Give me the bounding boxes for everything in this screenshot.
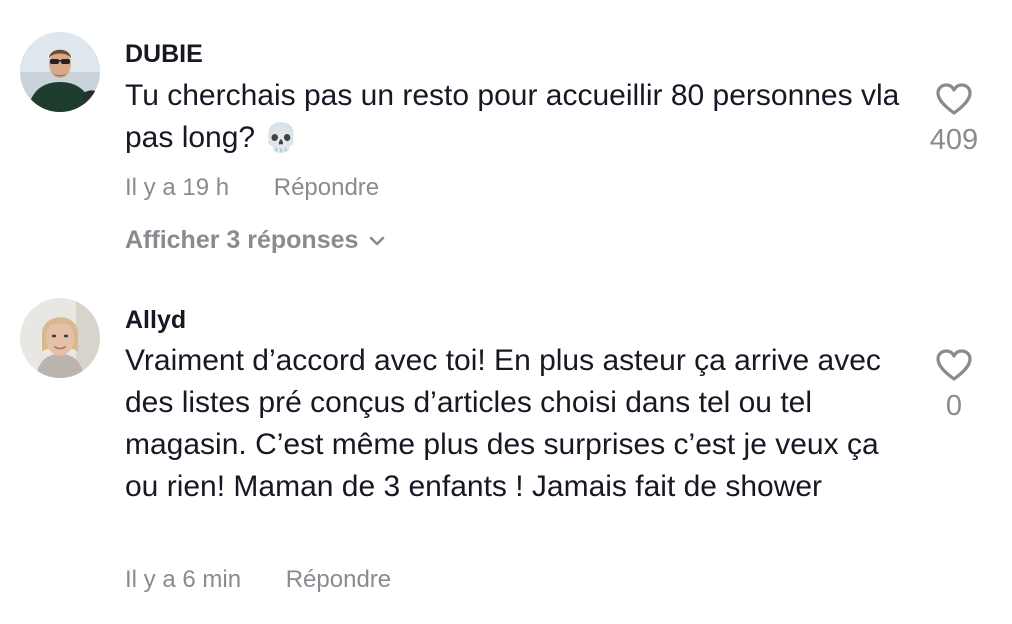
comment-meta: Il y a 6 min Répondre: [125, 566, 391, 594]
like-control: 0: [910, 348, 998, 423]
comment-username[interactable]: Allyd: [125, 306, 186, 335]
comment-timestamp: Il y a 6 min: [125, 566, 242, 593]
comment-text: Vraiment d’accord avec toi! En plus aste…: [125, 340, 915, 508]
comment-item: Allyd Vraiment d’accord avec toi! En plu…: [0, 0, 1012, 624]
user-avatar-image: [20, 298, 100, 378]
comment-body: Vraiment d’accord avec toi! En plus aste…: [125, 344, 881, 503]
reply-button[interactable]: Répondre: [286, 566, 391, 593]
like-count: 0: [945, 390, 963, 422]
avatar[interactable]: [20, 298, 100, 378]
heart-outline-icon[interactable]: [935, 348, 973, 382]
